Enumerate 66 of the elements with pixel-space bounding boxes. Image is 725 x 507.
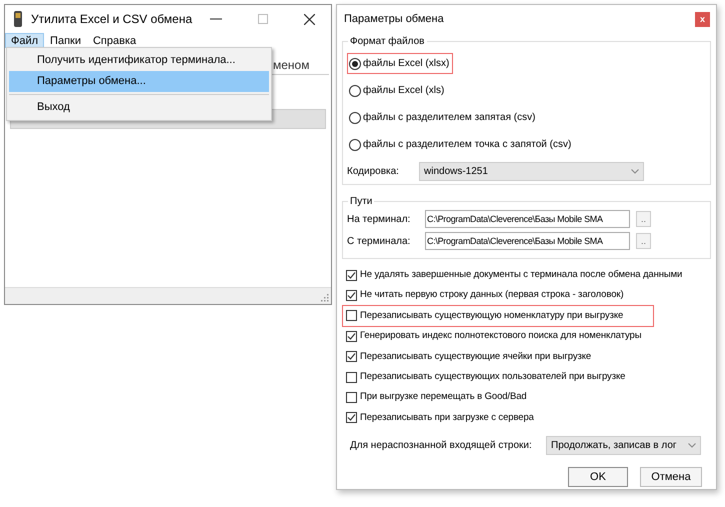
radio-label: файлы с разделителем запятая (csv)	[363, 111, 536, 125]
radio-button[interactable]	[349, 58, 361, 70]
checkbox[interactable]	[346, 392, 357, 404]
checkbox-option[interactable]: Не удалять завершенные документы с терминала после обмена данными	[342, 264, 684, 286]
checkbox-label: Перезаписывать существующую номенклатуру при выгрузке	[360, 308, 624, 323]
radio-label: файлы с разделителем точка с запятой (csv)	[363, 138, 572, 152]
checkbox-option[interactable]: Перезаписывать существующую номенклатуру при выгрузке	[342, 304, 654, 328]
group-title: Пути	[348, 194, 374, 209]
device-icon	[13, 11, 23, 27]
group-title: Формат файлов	[348, 34, 426, 49]
minimize-icon[interactable]	[210, 18, 222, 20]
checkbox-option[interactable]: Перезаписывать существующие ячейки при выгрузке	[342, 346, 592, 368]
unrecognized-line-label: Для нераспознанной входящей строки:	[350, 439, 533, 454]
path-input-field[interactable]: C:\ProgramData\Cleverence\Базы Mobile SMA	[425, 210, 630, 228]
close-icon[interactable]	[304, 14, 315, 24]
radio-button[interactable]	[349, 112, 361, 124]
checkbox-label: Перезаписывать существующих пользователей при выгрузке	[360, 370, 626, 384]
menu-item[interactable]: Папки	[44, 33, 87, 48]
checkbox-option[interactable]: Генерировать индекс полнотекстового поиска для номенклатуры	[342, 325, 642, 348]
checkbox-label: При выгрузке перемещать в Good/Bad	[360, 390, 527, 404]
checkbox-option[interactable]: Не читать первую строку данных (первая строка - заголовок)	[342, 284, 625, 307]
dialog-button[interactable]: Отмена	[640, 467, 702, 488]
chevron-down-icon	[631, 169, 639, 174]
checkbox-option[interactable]: Перезаписывать при загрузке с сервера	[342, 406, 535, 430]
chevron-down-icon	[688, 443, 696, 448]
checkbox-label: Не удалять завершенные документы с терминала после обмена данными	[360, 268, 682, 282]
menu-item[interactable]: Выход	[9, 97, 269, 118]
checkbox-label: Перезаписывать существующие ячейки при выгрузке	[360, 350, 592, 364]
radio-button[interactable]	[349, 84, 361, 96]
encoding-dropdown[interactable]: windows-1251	[419, 162, 644, 181]
menu-item[interactable]: Получить идентификатор терминала...	[9, 50, 269, 71]
checkbox-label: Генерировать индекс полнотекстового поиска для номенклатуры	[360, 329, 642, 344]
radio-option[interactable]: файлы Excel (xls)	[347, 80, 448, 101]
browse-button[interactable]: ..	[636, 233, 651, 249]
dialog-title: Параметры обмена	[343, 12, 444, 27]
radio-label: файлы Excel (xlsx)	[363, 57, 450, 71]
tab-label: меном	[273, 57, 310, 74]
checkbox[interactable]	[346, 351, 357, 362]
checkbox-option[interactable]: При выгрузке перемещать в Good/Bad	[342, 386, 528, 409]
radio-option[interactable]: файлы с разделителем запятая (csv)	[347, 107, 540, 128]
checkbox-label: Не читать первую строку данных (первая строка - заголовок)	[360, 288, 624, 302]
checkbox[interactable]	[346, 330, 357, 342]
checkbox-option[interactable]: Перезаписывать существующих пользователей при выгрузке	[342, 366, 626, 388]
path-label: На терминал:	[347, 212, 412, 226]
checkbox[interactable]	[346, 310, 357, 322]
checkbox[interactable]	[346, 412, 357, 424]
radio-button[interactable]	[349, 138, 361, 150]
radio-label: файлы Excel (xls)	[363, 84, 444, 98]
checkbox-label: Перезаписывать при загрузке с сервера	[360, 410, 534, 425]
radio-option[interactable]: файлы Excel (xlsx)	[347, 53, 454, 74]
path-input-field[interactable]: C:\ProgramData\Cleverence\Базы Mobile SMA	[425, 232, 630, 250]
menu-item[interactable]: Справка	[86, 33, 142, 48]
path-label: С терминала:	[347, 234, 412, 248]
window-title: Утилита Excel и CSV обмена	[31, 11, 192, 28]
unrecognized-line-dropdown[interactable]: Продолжать, записав в лог	[546, 436, 701, 456]
resize-grip-icon[interactable]	[321, 294, 329, 302]
checkbox[interactable]	[346, 372, 357, 383]
dialog-button[interactable]: OK	[568, 467, 628, 488]
checkbox[interactable]	[346, 290, 357, 302]
menu-item[interactable]: Файл	[5, 33, 44, 48]
radio-option[interactable]: файлы с разделителем точка с запятой (csv)	[347, 134, 576, 155]
close-button[interactable]: x	[695, 12, 710, 26]
encoding-label: Кодировка:	[347, 165, 400, 179]
checkbox[interactable]	[346, 270, 357, 281]
menu-item[interactable]: Параметры обмена...	[9, 71, 269, 92]
browse-button[interactable]: ..	[636, 211, 651, 227]
